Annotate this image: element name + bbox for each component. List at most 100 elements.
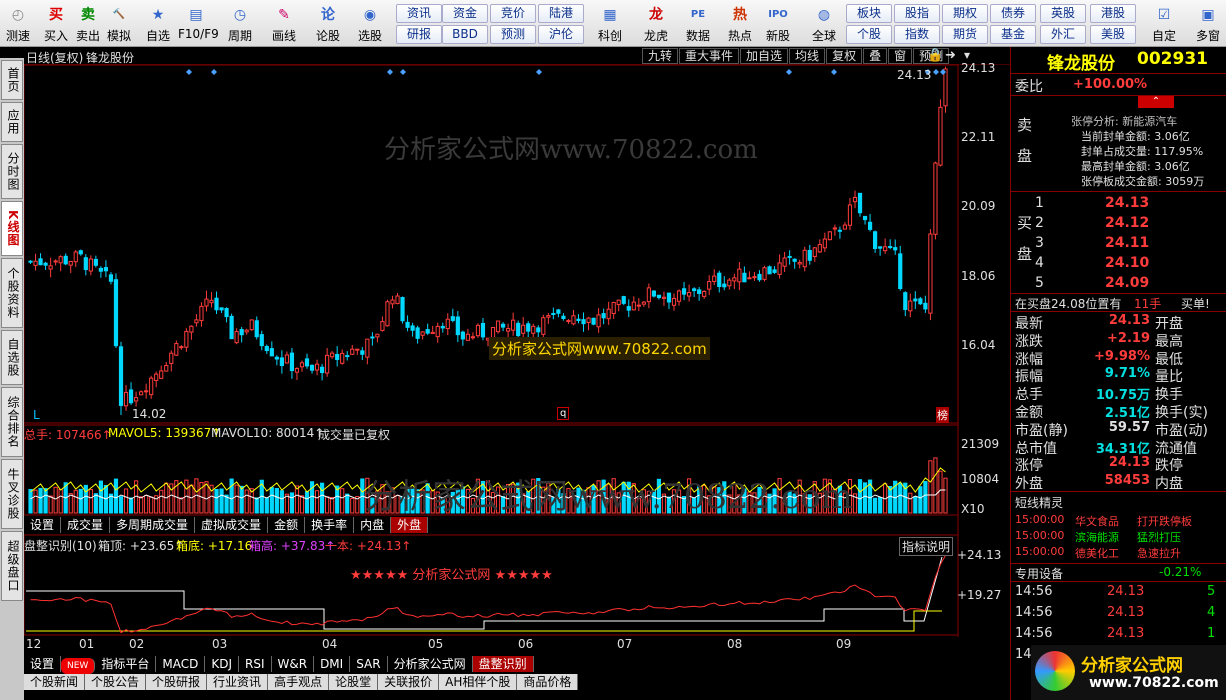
candle-body: [873, 231, 878, 249]
buy-price[interactable]: 24.12: [1105, 215, 1149, 231]
news-tab-6[interactable]: 关联报价: [378, 674, 440, 690]
ind-one: 一本: +24.13↑: [325, 539, 412, 553]
indicator-tab-6[interactable]: W&R: [272, 656, 315, 672]
toolbar-button-4[interactable]: 研报: [396, 25, 442, 44]
toolbar-button-3[interactable]: 陆港: [538, 4, 584, 23]
volume-bar: [78, 488, 83, 514]
left-tab-7[interactable]: 牛叉诊股: [1, 459, 23, 529]
toolbar-button-7[interactable]: 沪伦: [538, 25, 584, 44]
toolbar-button-11[interactable]: 债券: [990, 4, 1036, 23]
buy-price[interactable]: 24.11: [1105, 235, 1149, 251]
candle-body: [88, 258, 93, 272]
toolbar-globe-button[interactable]: ◍ 全球: [806, 2, 842, 46]
toolbar-custom-button[interactable]: ☑ 自定: [1146, 2, 1182, 46]
left-tab-3[interactable]: K线图: [1, 201, 23, 256]
jingling-stock[interactable]: 滨海能源: [1075, 529, 1119, 545]
toolbar-clock-button[interactable]: ◷ 周期: [222, 2, 258, 46]
toolbar-button-12[interactable]: 英股: [1040, 4, 1086, 23]
toolbar-multiwindow-button[interactable]: ▣ 多窗: [1190, 2, 1226, 46]
toolbar-button-17[interactable]: 基金: [990, 25, 1036, 44]
marker-q[interactable]: q: [557, 407, 570, 420]
jingling-stock[interactable]: 华文食品: [1075, 513, 1119, 529]
toolbar-button-19[interactable]: 美股: [1090, 25, 1136, 44]
jingling-stock[interactable]: 德美化工: [1075, 545, 1119, 561]
toolbar-button-16[interactable]: 期货: [942, 25, 988, 44]
candle-body: [883, 246, 888, 252]
toolbar-button-8[interactable]: 板块: [846, 4, 892, 23]
toolbar-button-1[interactable]: 资金: [442, 4, 488, 23]
news-tab-7[interactable]: AH相伴个股: [439, 674, 518, 690]
logo-globe-icon: [1035, 651, 1075, 691]
toolbar-button-2[interactable]: 竞价: [490, 4, 536, 23]
indicator-tab-3[interactable]: MACD: [156, 656, 206, 672]
toolbar-ipo-button[interactable]: IPO 新股: [760, 2, 796, 46]
toolbar-kechuang-button[interactable]: ▦ 科创: [592, 2, 628, 46]
candle-body: [475, 324, 481, 337]
candle-body: [470, 336, 476, 339]
toolbar-button-14[interactable]: 个股: [846, 25, 892, 44]
news-tab-8[interactable]: 商品价格: [517, 674, 579, 690]
vol-tab-4[interactable]: 金额: [268, 517, 306, 533]
vol-tab-0[interactable]: 设置: [24, 517, 62, 533]
candle-body: [169, 352, 174, 364]
toolbar-button-18[interactable]: 外汇: [1040, 25, 1086, 44]
indicator-tab-4[interactable]: KDJ: [205, 656, 239, 672]
toolbar-select-button[interactable]: ◉ 选股: [352, 2, 388, 46]
vol-tab-2[interactable]: 多周期成交量: [110, 517, 196, 533]
toolbar-dragon-button[interactable]: 龙龙虎: [638, 2, 674, 46]
zt-line-0[interactable]: 张停分析: 新能源汽车: [1071, 113, 1177, 129]
toolbar-star-button[interactable]: ★ 自选: [140, 2, 176, 46]
toolbar-pe-button[interactable]: PE 数据: [680, 2, 716, 46]
toolbar-f10-button[interactable]: ▤ F10/F9: [178, 2, 219, 46]
marker-bang[interactable]: 榜: [936, 407, 949, 423]
indicator-tab-1[interactable]: NEW: [61, 658, 96, 674]
news-tab-2[interactable]: 个股研报: [146, 674, 208, 690]
toolbar-hammer-button[interactable]: 🔨 模拟: [101, 2, 137, 46]
indicator-tab-7[interactable]: DMI: [314, 656, 351, 672]
buy-price[interactable]: 24.13: [1105, 195, 1149, 211]
vol-tab-5[interactable]: 换手率: [305, 517, 355, 533]
toolbar-speedometer-button[interactable]: ◴ 测速: [0, 2, 36, 46]
toolbar-button-10[interactable]: 期权: [942, 4, 988, 23]
news-tab-3[interactable]: 行业资讯: [207, 674, 269, 690]
volume-bar: [144, 495, 149, 514]
indicator-tab-10[interactable]: 盘整识别: [472, 656, 534, 672]
buy-price[interactable]: 24.10: [1105, 255, 1149, 271]
news-tab-4[interactable]: 高手观点: [268, 674, 330, 690]
toolbar-pen-button[interactable]: ✎ 画线: [266, 2, 302, 46]
news-tab-0[interactable]: 个股新闻: [24, 674, 86, 690]
indicator-tab-2[interactable]: 指标平台: [95, 656, 157, 672]
indicator-help-button[interactable]: 指标说明: [899, 537, 954, 556]
vol-ma10: MAVOL10: 80014↑: [211, 426, 325, 440]
toolbar-button-0[interactable]: 资讯: [396, 4, 442, 23]
vol-tab-6[interactable]: 内盘: [354, 517, 392, 533]
toolbar-button-6[interactable]: 预测: [490, 25, 536, 44]
news-tab-5[interactable]: 论股堂: [329, 674, 379, 690]
left-tab-4[interactable]: 个股资料: [1, 258, 23, 328]
buy-price[interactable]: 24.09: [1105, 275, 1149, 291]
left-tab-0[interactable]: 首页: [1, 60, 23, 100]
indicator-tab-0[interactable]: 设置: [24, 656, 62, 672]
toolbar-button-13[interactable]: 港股: [1090, 4, 1136, 23]
toolbar-button-5[interactable]: BBD: [442, 25, 488, 44]
indicator-tab-8[interactable]: SAR: [350, 656, 388, 672]
news-tab-1[interactable]: 个股公告: [85, 674, 147, 690]
left-tab-1[interactable]: 应用: [1, 102, 23, 142]
left-tab-5[interactable]: 自选股: [1, 330, 23, 385]
left-tab-8[interactable]: 超级盘口: [1, 531, 23, 601]
quote-stock-code: 002931: [1137, 49, 1208, 69]
toolbar-discuss-button[interactable]: 论论股: [310, 2, 346, 46]
vol-tab-1[interactable]: 成交量: [61, 517, 111, 533]
toolbar-button-9[interactable]: 股指: [894, 4, 940, 23]
vol-tick-1: 21309: [961, 437, 1000, 451]
left-tab-2[interactable]: 分时图: [1, 144, 23, 199]
toolbar-buy-button[interactable]: 买买入: [38, 2, 74, 46]
toolbar-button-15[interactable]: 指数: [894, 25, 940, 44]
indicator-tab-9[interactable]: 分析家公式网: [388, 656, 473, 672]
vol-tab-3[interactable]: 虚拟成交量: [195, 517, 269, 533]
indicator-tab-5[interactable]: RSI: [239, 656, 272, 672]
vol-tab-7[interactable]: 外盘: [391, 517, 429, 533]
left-tab-6[interactable]: 综合排名: [1, 387, 23, 457]
toolbar-hot-button[interactable]: 热热点: [722, 2, 758, 46]
collapse-arrow-icon[interactable]: ⌃: [1138, 96, 1174, 108]
